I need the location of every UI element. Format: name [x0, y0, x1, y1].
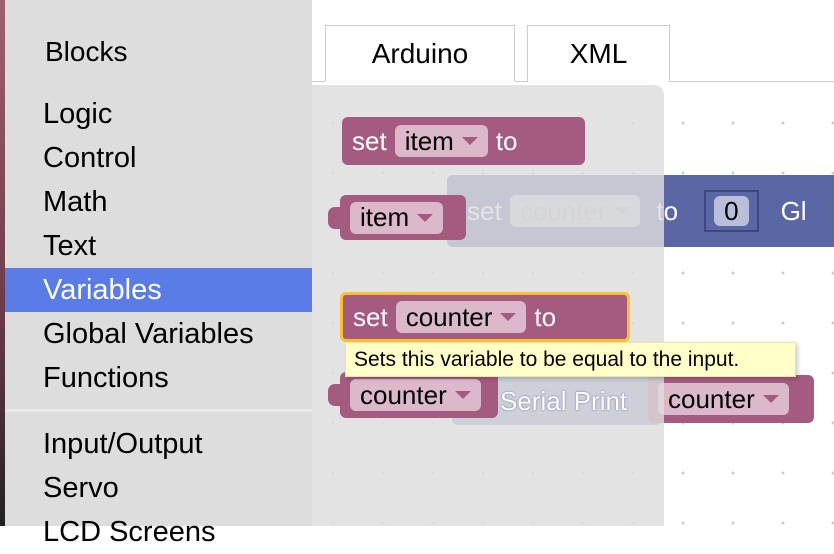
category-input-output[interactable]: Input/Output [5, 422, 312, 466]
variable-dropdown[interactable]: item [350, 201, 444, 234]
category-lcd-screens[interactable]: LCD Screens [5, 510, 312, 554]
variable-dropdown[interactable]: counter [658, 383, 789, 415]
tab-arduino[interactable]: Arduino [325, 25, 515, 83]
chevron-down-icon [454, 391, 471, 399]
block-text: set [353, 301, 388, 332]
number-input-socket[interactable]: 0 [704, 190, 759, 232]
dropdown-value: counter [405, 301, 493, 332]
counter-variable-block[interactable]: counter [648, 375, 814, 423]
category-global-variables[interactable]: Global Variables [5, 312, 312, 356]
output-connector [328, 207, 342, 229]
block-text: to [495, 125, 518, 156]
dropdown-value: counter [668, 383, 755, 414]
number-field[interactable]: 0 [714, 196, 749, 226]
blocks-header: Blocks [45, 36, 128, 67]
tooltip: Sets this variable to be equal to the in… [345, 342, 796, 377]
block-text: to [534, 301, 557, 332]
set-item-block[interactable]: set item to [342, 117, 585, 165]
block-text: Gl [780, 195, 807, 226]
output-connector [328, 384, 342, 406]
set-counter-block-selected[interactable]: set counter to [340, 292, 630, 342]
category-math[interactable]: Math [5, 180, 312, 224]
category-control[interactable]: Control [5, 136, 312, 180]
category-sidebar: Blocks Logic Control Math Text Variables… [5, 0, 312, 548]
category-logic[interactable]: Logic [5, 92, 312, 136]
chevron-down-icon [762, 395, 779, 403]
category-functions[interactable]: Functions [5, 356, 312, 400]
category-text[interactable]: Text [5, 224, 312, 268]
chevron-down-icon [500, 313, 517, 321]
variable-dropdown[interactable]: counter [395, 301, 527, 333]
serial-print-label: Serial Print [500, 386, 628, 416]
dropdown-value: counter [360, 379, 447, 410]
dropdown-value: item [360, 202, 410, 232]
variable-dropdown[interactable]: counter [350, 379, 481, 411]
tab-xml[interactable]: XML [527, 25, 670, 83]
chevron-down-icon [417, 213, 434, 222]
chevron-down-icon [461, 137, 478, 145]
tab-bar: Arduino XML [312, 0, 834, 83]
counter-getter-block[interactable]: counter [328, 372, 498, 418]
category-servo[interactable]: Servo [5, 466, 312, 510]
dropdown-value: item [404, 125, 454, 156]
variable-dropdown[interactable]: item [394, 125, 488, 157]
divider [5, 409, 312, 412]
item-getter-block[interactable]: item [328, 195, 466, 240]
block-text: set [352, 125, 387, 156]
category-variables[interactable]: Variables [5, 268, 312, 312]
